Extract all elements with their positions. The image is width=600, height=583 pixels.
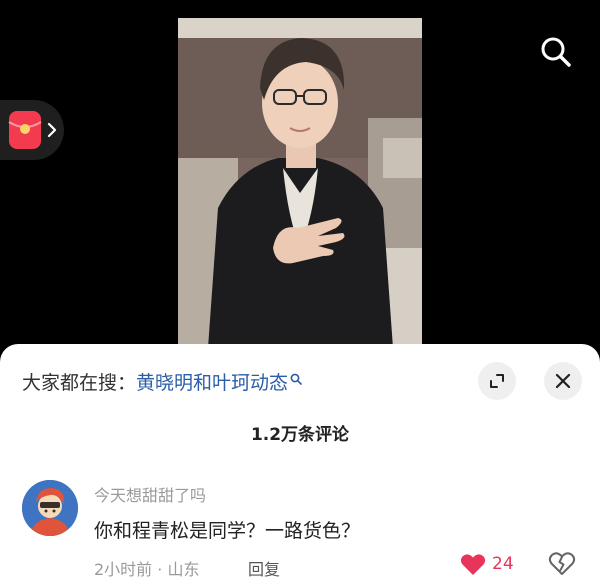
search-suggestion: 大家都在搜： 黄晓明和叶珂动态 bbox=[22, 368, 302, 395]
comment-sheet: 大家都在搜： 黄晓明和叶珂动态 1.2万条评论 今天想甜甜了吗 你和程青松是同学… bbox=[0, 344, 600, 583]
comment-meta: 2小时前 · 山东 bbox=[94, 560, 200, 579]
heart-icon bbox=[460, 554, 486, 575]
suggestion-prefix: 大家都在搜： bbox=[22, 372, 137, 394]
dislike-button[interactable] bbox=[548, 550, 576, 580]
comment-username[interactable]: 今天想甜甜了吗 bbox=[94, 482, 206, 506]
video-frame[interactable] bbox=[178, 18, 422, 348]
reply-button[interactable]: 回复 bbox=[248, 556, 280, 580]
small-search-icon bbox=[290, 373, 302, 385]
avatar[interactable] bbox=[22, 480, 78, 536]
suggestion-topic-link[interactable]: 黄晓明和叶珂动态 bbox=[136, 368, 288, 395]
avatar-image bbox=[22, 480, 78, 536]
comment-item: 今天想甜甜了吗 你和程青松是同学？一路货色？ 2小时前 · 山东 回复 24 bbox=[22, 480, 582, 580]
red-packet-icon bbox=[8, 111, 42, 149]
search-button[interactable] bbox=[532, 28, 580, 76]
search-icon bbox=[541, 37, 571, 67]
video-image bbox=[178, 18, 422, 348]
chevron-right-icon bbox=[47, 122, 57, 138]
red-packet-tab[interactable] bbox=[0, 100, 64, 160]
expand-icon bbox=[490, 374, 504, 388]
close-icon bbox=[555, 373, 571, 389]
comment-count: 1.2万条评论 bbox=[250, 425, 350, 445]
like-count: 24 bbox=[492, 554, 514, 574]
broken-heart-icon bbox=[548, 552, 576, 575]
screen: 大家都在搜： 黄晓明和叶珂动态 1.2万条评论 今天想甜甜了吗 你和程青松是同学… bbox=[0, 0, 600, 583]
like-button[interactable]: 24 bbox=[460, 552, 514, 576]
expand-button[interactable] bbox=[478, 362, 516, 400]
close-button[interactable] bbox=[544, 362, 582, 400]
comment-text: 你和程青松是同学？一路货色？ bbox=[94, 520, 361, 542]
